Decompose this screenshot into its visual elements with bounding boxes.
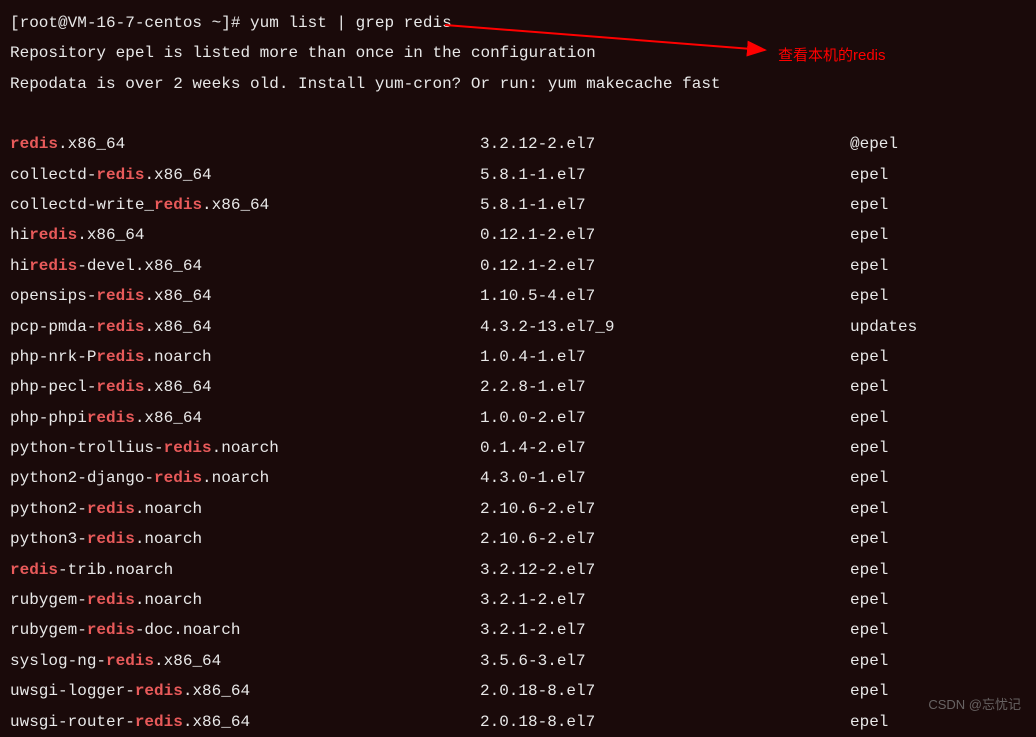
- package-repo: epel: [850, 372, 888, 402]
- package-version: 2.10.6-2.el7: [480, 494, 850, 524]
- package-version: 3.2.12-2.el7: [480, 555, 850, 585]
- package-repo: epel: [850, 524, 888, 554]
- package-name: python3-redis.noarch: [10, 524, 480, 554]
- package-repo: updates: [850, 312, 917, 342]
- package-repo: epel: [850, 615, 888, 645]
- package-row: python3-redis.noarch2.10.6-2.el7epel: [10, 524, 1026, 554]
- package-name: hiredis.x86_64: [10, 220, 480, 250]
- package-repo: epel: [850, 433, 888, 463]
- package-row: php-nrk-Predis.noarch1.0.4-1.el7epel: [10, 342, 1026, 372]
- annotation-text: 查看本机的redis: [778, 42, 886, 71]
- package-repo: epel: [850, 494, 888, 524]
- package-name: hiredis-devel.x86_64: [10, 251, 480, 281]
- package-row: collectd-write_redis.x86_645.8.1-1.el7ep…: [10, 190, 1026, 220]
- package-version: 1.10.5-4.el7: [480, 281, 850, 311]
- package-repo: epel: [850, 281, 888, 311]
- watermark: CSDN @忘忧记: [928, 693, 1021, 718]
- package-row: uwsgi-router-redis.x86_642.0.18-8.el7epe…: [10, 707, 1026, 737]
- package-repo: epel: [850, 342, 888, 372]
- package-name: collectd-redis.x86_64: [10, 160, 480, 190]
- package-name: uwsgi-router-redis.x86_64: [10, 707, 480, 737]
- package-repo: epel: [850, 463, 888, 493]
- package-name: redis.x86_64: [10, 129, 480, 159]
- package-row: python2-redis.noarch2.10.6-2.el7epel: [10, 494, 1026, 524]
- package-version: 2.10.6-2.el7: [480, 524, 850, 554]
- package-row: uwsgi-logger-redis.x86_642.0.18-8.el7epe…: [10, 676, 1026, 706]
- shell-prompt: [root@VM-16-7-centos ~]# yum list | grep…: [10, 8, 1026, 38]
- package-version: 1.0.4-1.el7: [480, 342, 850, 372]
- package-row: collectd-redis.x86_645.8.1-1.el7epel: [10, 160, 1026, 190]
- package-row: redis-trib.noarch3.2.12-2.el7epel: [10, 555, 1026, 585]
- package-row: hiredis.x86_640.12.1-2.el7epel: [10, 220, 1026, 250]
- package-repo: epel: [850, 160, 888, 190]
- package-version: 5.8.1-1.el7: [480, 160, 850, 190]
- package-repo: epel: [850, 585, 888, 615]
- package-repo: epel: [850, 251, 888, 281]
- package-version: 0.12.1-2.el7: [480, 251, 850, 281]
- package-version: 5.8.1-1.el7: [480, 190, 850, 220]
- repo-warning-2: Repodata is over 2 weeks old. Install yu…: [10, 69, 1026, 99]
- package-row: php-phpiredis.x86_641.0.0-2.el7epel: [10, 403, 1026, 433]
- package-repo: epel: [850, 555, 888, 585]
- package-row: opensips-redis.x86_641.10.5-4.el7epel: [10, 281, 1026, 311]
- package-name: php-nrk-Predis.noarch: [10, 342, 480, 372]
- package-version: 3.2.1-2.el7: [480, 585, 850, 615]
- package-row: python-trollius-redis.noarch0.1.4-2.el7e…: [10, 433, 1026, 463]
- package-repo: epel: [850, 190, 888, 220]
- package-version: 0.12.1-2.el7: [480, 220, 850, 250]
- package-name: python2-redis.noarch: [10, 494, 480, 524]
- package-name: redis-trib.noarch: [10, 555, 480, 585]
- package-version: 4.3.2-13.el7_9: [480, 312, 850, 342]
- package-row: rubygem-redis.noarch3.2.1-2.el7epel: [10, 585, 1026, 615]
- package-repo: @epel: [850, 129, 898, 159]
- package-repo: epel: [850, 707, 888, 737]
- package-version: 4.3.0-1.el7: [480, 463, 850, 493]
- package-name: opensips-redis.x86_64: [10, 281, 480, 311]
- package-version: 2.0.18-8.el7: [480, 707, 850, 737]
- package-name: syslog-ng-redis.x86_64: [10, 646, 480, 676]
- package-repo: epel: [850, 646, 888, 676]
- package-list: redis.x86_643.2.12-2.el7@epelcollectd-re…: [10, 129, 1026, 737]
- package-name: python2-django-redis.noarch: [10, 463, 480, 493]
- package-name: pcp-pmda-redis.x86_64: [10, 312, 480, 342]
- package-name: uwsgi-logger-redis.x86_64: [10, 676, 480, 706]
- package-row: redis.x86_643.2.12-2.el7@epel: [10, 129, 1026, 159]
- package-version: 2.2.8-1.el7: [480, 372, 850, 402]
- package-row: syslog-ng-redis.x86_643.5.6-3.el7epel: [10, 646, 1026, 676]
- package-version: 1.0.0-2.el7: [480, 403, 850, 433]
- package-name: php-phpiredis.x86_64: [10, 403, 480, 433]
- package-version: 3.2.12-2.el7: [480, 129, 850, 159]
- package-version: 3.2.1-2.el7: [480, 615, 850, 645]
- package-name: rubygem-redis-doc.noarch: [10, 615, 480, 645]
- package-row: pcp-pmda-redis.x86_644.3.2-13.el7_9updat…: [10, 312, 1026, 342]
- package-row: hiredis-devel.x86_640.12.1-2.el7epel: [10, 251, 1026, 281]
- package-name: python-trollius-redis.noarch: [10, 433, 480, 463]
- package-row: rubygem-redis-doc.noarch3.2.1-2.el7epel: [10, 615, 1026, 645]
- package-row: php-pecl-redis.x86_642.2.8-1.el7epel: [10, 372, 1026, 402]
- package-repo: epel: [850, 220, 888, 250]
- package-repo: epel: [850, 676, 888, 706]
- package-repo: epel: [850, 403, 888, 433]
- package-version: 3.5.6-3.el7: [480, 646, 850, 676]
- package-version: 2.0.18-8.el7: [480, 676, 850, 706]
- package-version: 0.1.4-2.el7: [480, 433, 850, 463]
- package-name: collectd-write_redis.x86_64: [10, 190, 480, 220]
- package-name: php-pecl-redis.x86_64: [10, 372, 480, 402]
- package-name: rubygem-redis.noarch: [10, 585, 480, 615]
- package-row: python2-django-redis.noarch4.3.0-1.el7ep…: [10, 463, 1026, 493]
